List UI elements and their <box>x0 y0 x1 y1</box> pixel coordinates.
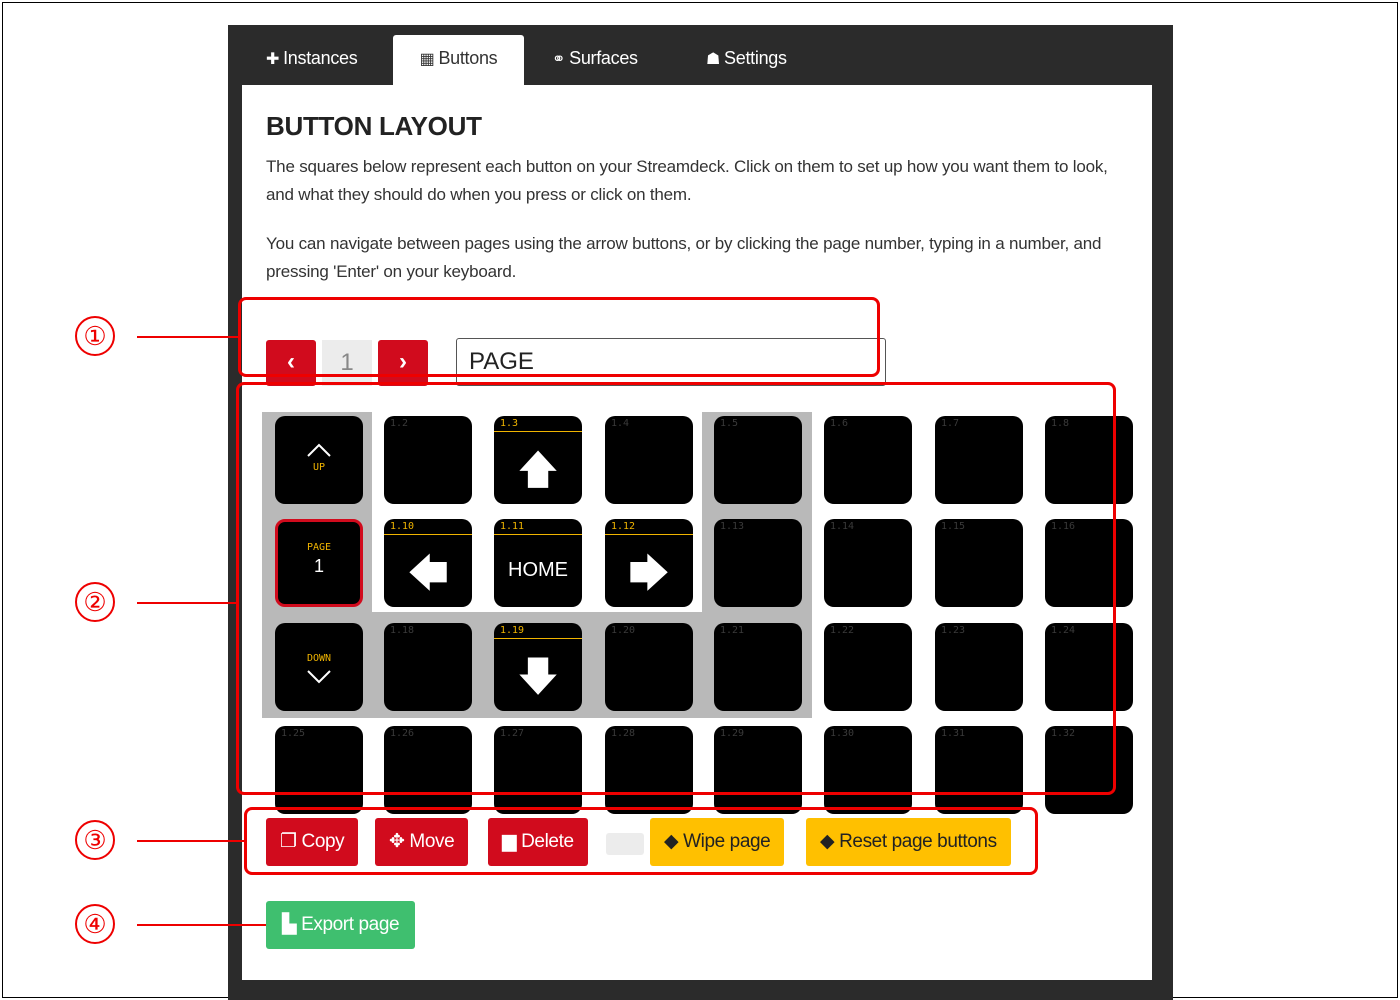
gamepad-icon: ⚭ <box>552 51 566 68</box>
calendar-grid-icon: ▦ <box>419 51 435 68</box>
tab-buttons[interactable]: ▦ Buttons <box>393 35 524 85</box>
callout-line-1 <box>137 336 238 338</box>
callout-line-4 <box>137 924 266 926</box>
callout-line-3 <box>137 840 244 842</box>
navigation-help-paragraph: You can navigate between pages using the… <box>266 234 1102 281</box>
users-cog-icon: ☗ <box>706 51 721 68</box>
tab-label: Settings <box>724 48 787 68</box>
export-page-button[interactable]: ▙ Export page <box>266 901 416 949</box>
callout-3: ③ <box>75 820 115 860</box>
tab-surfaces[interactable]: ⚭ Surfaces <box>552 35 638 85</box>
plug-icon: ✚ <box>266 51 280 68</box>
tab-label: Surfaces <box>569 48 638 68</box>
annotation-box-1 <box>238 297 880 377</box>
callout-1: ① <box>75 316 115 356</box>
callout-4: ④ <box>75 904 115 944</box>
callout-line-2 <box>137 602 236 604</box>
tab-settings[interactable]: ☗ Settings <box>706 35 787 85</box>
page-title: BUTTON LAYOUT <box>266 111 482 141</box>
tab-label: Instances <box>283 48 358 68</box>
annotation-box-3 <box>244 807 1038 875</box>
callout-2: ② <box>75 582 115 622</box>
tab-instances[interactable]: ✚ Instances <box>266 35 358 85</box>
file-export-icon: ▙ <box>282 914 302 935</box>
tab-bar: ✚ Instances ▦ Buttons ⚭ Surfaces ☗ Settings <box>228 25 1173 85</box>
export-label: Export page <box>301 914 400 935</box>
intro-paragraph: The squares below represent each button … <box>266 157 1108 204</box>
annotation-box-2 <box>236 382 1116 795</box>
tab-label: Buttons <box>438 48 498 68</box>
